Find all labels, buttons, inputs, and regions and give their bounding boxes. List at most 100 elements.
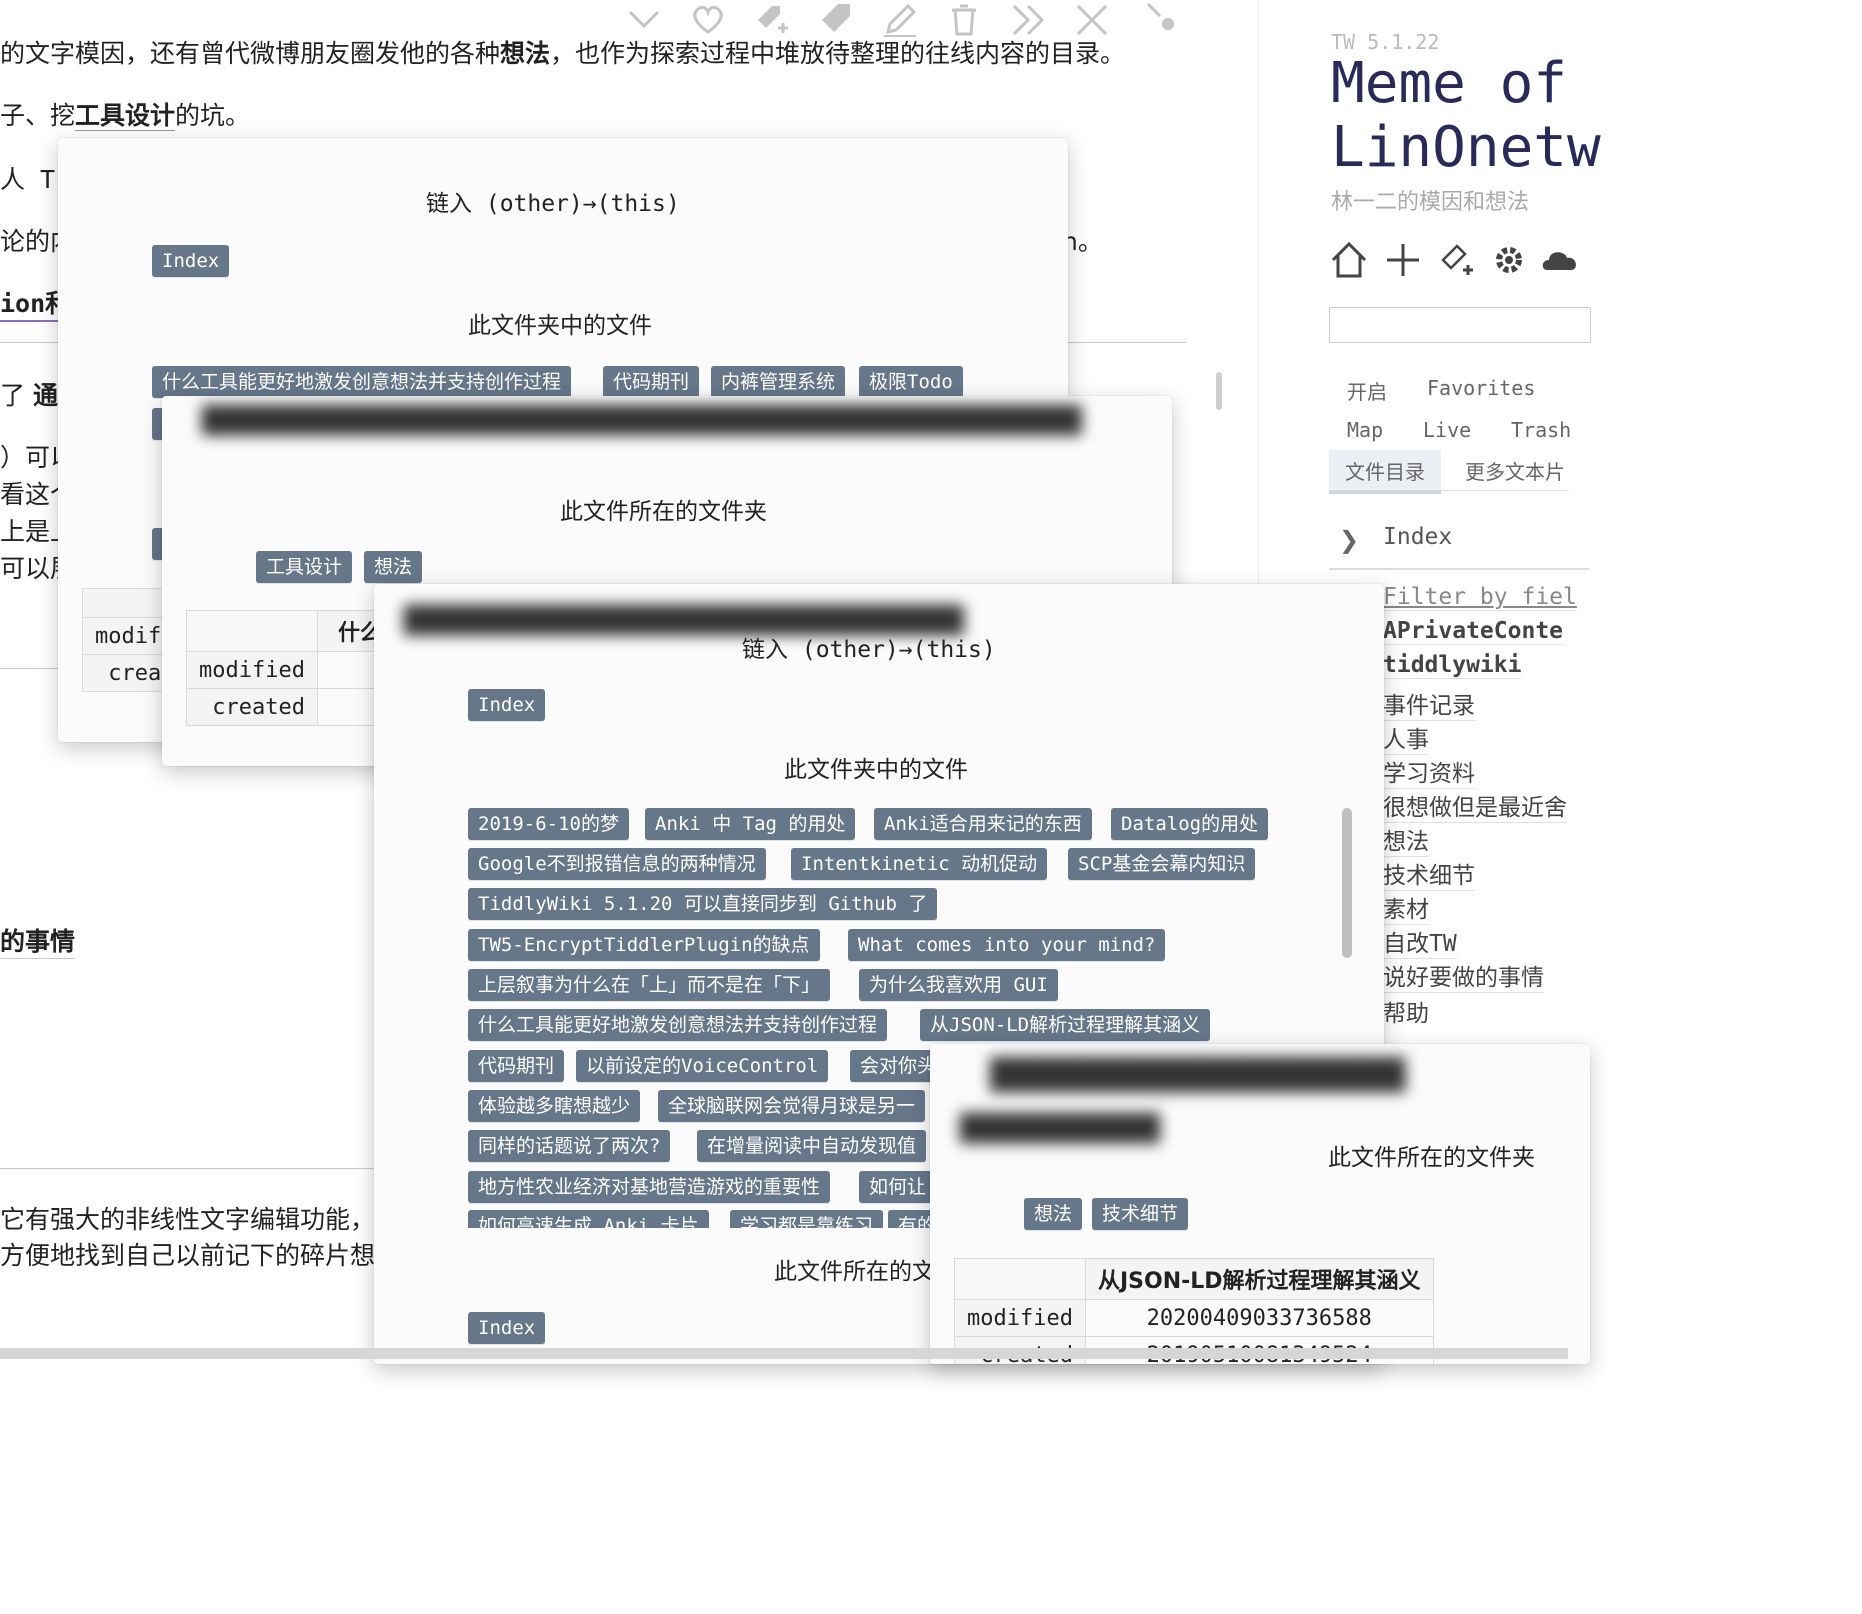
tab-favorites[interactable]: Favorites bbox=[1427, 376, 1535, 400]
edit-icon[interactable] bbox=[880, 0, 924, 40]
list-item[interactable]: 学习资料 bbox=[1383, 754, 1475, 789]
tag-item[interactable]: Datalog的用处 bbox=[1111, 808, 1269, 840]
list-item[interactable]: Filter by fiel bbox=[1383, 584, 1577, 611]
delete-icon[interactable] bbox=[944, 0, 988, 40]
new-tiddler-icon[interactable] bbox=[1383, 240, 1427, 284]
tag-icon[interactable] bbox=[816, 0, 860, 40]
link-icon[interactable] bbox=[1144, 0, 1188, 40]
chevron-down-icon[interactable] bbox=[624, 0, 668, 40]
bottom-scroll-strip bbox=[0, 1348, 1568, 1359]
tag-item[interactable]: 内裤管理系统 bbox=[711, 366, 846, 398]
section-heading: 的事情 bbox=[0, 922, 76, 959]
tag-item[interactable]: 上层叙事为什么在「上」而不是在「下」 bbox=[468, 969, 831, 1001]
blurred-text: ██████████ bbox=[960, 1114, 1160, 1144]
tag-item[interactable]: SCP基金会幕内知识 bbox=[1068, 848, 1256, 880]
field-modified-label: modified bbox=[954, 1299, 1086, 1337]
list-item[interactable]: 想法 bbox=[1383, 822, 1429, 857]
backlinks-heading: 链入 (other)→(this) bbox=[426, 191, 680, 217]
folder-files-heading: 此文件夹中的文件 bbox=[784, 757, 968, 783]
list-item[interactable]: APrivateConte bbox=[1383, 618, 1564, 645]
tag-item[interactable]: 学习都是靠练习 bbox=[730, 1210, 884, 1228]
scrollbar[interactable] bbox=[1342, 808, 1352, 958]
list-item[interactable]: 自改TW bbox=[1383, 924, 1457, 959]
parent-folder-heading: 此文件所在的文 bbox=[774, 1259, 935, 1285]
close-icon[interactable] bbox=[1072, 0, 1116, 40]
tag-item[interactable]: 2019-6-10的梦 bbox=[468, 808, 629, 840]
tag-item[interactable]: Intentkinetic 动机促动 bbox=[791, 848, 1048, 880]
field-modified-label: modif bbox=[81, 617, 175, 655]
backlinks-heading: 链入 (other)→(this) bbox=[742, 637, 996, 663]
list-item[interactable]: 人事 bbox=[1383, 720, 1429, 755]
tag-item[interactable]: 同样的话题说了两次? bbox=[468, 1130, 671, 1162]
tag-item[interactable]: 从JSON-LD解析过程理解其涵义 bbox=[920, 1009, 1211, 1041]
tag-item[interactable]: 代码期刊 bbox=[468, 1050, 565, 1082]
parent-folder-heading: 此文件所在的文件夹 bbox=[560, 499, 767, 525]
field-table: 什么 modified created bbox=[186, 610, 403, 726]
tag-item[interactable]: Anki适合用来记的东西 bbox=[874, 808, 1092, 840]
list-item[interactable]: 很想做但是最近舍 bbox=[1383, 788, 1567, 823]
list-item[interactable]: 技术细节 bbox=[1383, 856, 1475, 891]
tag-item[interactable]: 体验越多瞎想越少 bbox=[468, 1090, 641, 1122]
tag-item[interactable]: What comes into your mind? bbox=[848, 929, 1166, 961]
tag-item[interactable]: 代码期刊 bbox=[603, 366, 700, 398]
tab-divider bbox=[1329, 490, 1569, 491]
site-title: Meme of LinOnetw bbox=[1331, 51, 1601, 180]
list-item[interactable]: 事件记录 bbox=[1383, 686, 1475, 721]
tag-item[interactable]: 如何高速生成 Anki 卡片 bbox=[468, 1210, 709, 1228]
site-subtitle: 林一二的模因和想法 bbox=[1331, 190, 1530, 215]
list-item[interactable]: 说好要做的事情 bbox=[1383, 958, 1544, 993]
tag-index[interactable]: Index bbox=[468, 689, 546, 721]
tag-idea[interactable]: 想法 bbox=[364, 551, 423, 583]
blurred-text bbox=[148, 236, 156, 264]
link-idea[interactable]: 想法 bbox=[500, 39, 550, 68]
tag-item[interactable]: 地方性农业经济对基地营造游戏的重要性 bbox=[468, 1171, 831, 1203]
link-tool-design[interactable]: 工具设计 bbox=[75, 101, 176, 131]
gear-icon[interactable] bbox=[1489, 240, 1533, 284]
scrollbar[interactable] bbox=[1216, 372, 1222, 410]
chevron-right-icon[interactable]: ❯ bbox=[1339, 526, 1359, 554]
field-created-label: created bbox=[186, 688, 318, 726]
new-journal-icon[interactable] bbox=[1435, 240, 1479, 284]
tag-item[interactable]: TiddlyWiki 5.1.20 可以直接同步到 Github 了 bbox=[468, 888, 938, 920]
tag-item[interactable]: 为什么我喜欢用 GUI bbox=[859, 969, 1058, 1001]
home-icon[interactable] bbox=[1329, 240, 1373, 284]
list-item[interactable]: tiddlywiki bbox=[1383, 652, 1522, 679]
tag-tech-details[interactable]: 技术细节 bbox=[1092, 1198, 1189, 1230]
toc-index-row[interactable]: ❯ Index bbox=[1329, 518, 1589, 570]
tab-open[interactable]: 开启 bbox=[1347, 376, 1387, 405]
cloud-status-icon[interactable] bbox=[1541, 240, 1585, 284]
search-input[interactable] bbox=[1329, 307, 1591, 343]
story-paragraph: 子、挖工具设计的坑。 bbox=[0, 101, 251, 131]
tag-idea[interactable]: 想法 bbox=[1024, 1198, 1083, 1230]
tag-item[interactable]: 全球脑联网会觉得月球是另一 bbox=[658, 1090, 926, 1122]
list-item[interactable]: 素材 bbox=[1383, 890, 1429, 925]
tag-item[interactable]: 什么工具能更好地激发创意想法并支持创作过程 bbox=[468, 1009, 888, 1041]
tab-file-toc[interactable]: 文件目录 bbox=[1329, 450, 1441, 494]
tag-item[interactable]: Google不到报错信息的两种情况 bbox=[468, 848, 766, 880]
json-ld-popup[interactable]: ██████████████████ ██████████ 此文件所在的文件夹 … bbox=[930, 1044, 1590, 1364]
tag-item[interactable]: 极限Todo bbox=[859, 366, 963, 398]
tab-map[interactable]: Map bbox=[1347, 418, 1383, 442]
divider bbox=[0, 1168, 380, 1169]
toc-index-label[interactable]: Index bbox=[1383, 524, 1452, 550]
tab-live[interactable]: Live bbox=[1423, 418, 1471, 442]
tag-item[interactable]: 什么工具能更好地激发创意想法并支持创作过程 bbox=[152, 366, 572, 398]
tab-more[interactable]: 更多文本片 bbox=[1465, 456, 1565, 485]
tag-item[interactable]: 以前设定的VoiceControl bbox=[576, 1050, 829, 1082]
tag-tool-design[interactable]: 工具设计 bbox=[256, 551, 353, 583]
list-item[interactable]: 帮助 bbox=[1383, 994, 1429, 1028]
tag-index[interactable]: Index bbox=[468, 1312, 546, 1344]
more-icon[interactable] bbox=[1008, 0, 1052, 40]
folder-files-heading: 此文件夹中的文件 bbox=[468, 313, 652, 339]
heart-icon[interactable] bbox=[688, 0, 732, 40]
tag-item[interactable]: 如何让 bbox=[859, 1171, 937, 1203]
tag-item[interactable]: TW5-EncryptTiddlerPlugin的缺点 bbox=[468, 929, 820, 961]
field-modified-label: modified bbox=[186, 651, 318, 689]
tag-item[interactable]: Anki 中 Tag 的用处 bbox=[645, 808, 856, 840]
tag-index[interactable]: Index bbox=[152, 245, 230, 277]
tag-item[interactable]: 在增量阅读中自动发现值 bbox=[697, 1130, 927, 1162]
tag-add-icon[interactable] bbox=[750, 0, 794, 40]
blurred-text: ████████████████████████████████████████… bbox=[202, 406, 1082, 436]
story-link[interactable]: n。 bbox=[1062, 222, 1103, 258]
tab-trash[interactable]: Trash bbox=[1511, 418, 1571, 442]
